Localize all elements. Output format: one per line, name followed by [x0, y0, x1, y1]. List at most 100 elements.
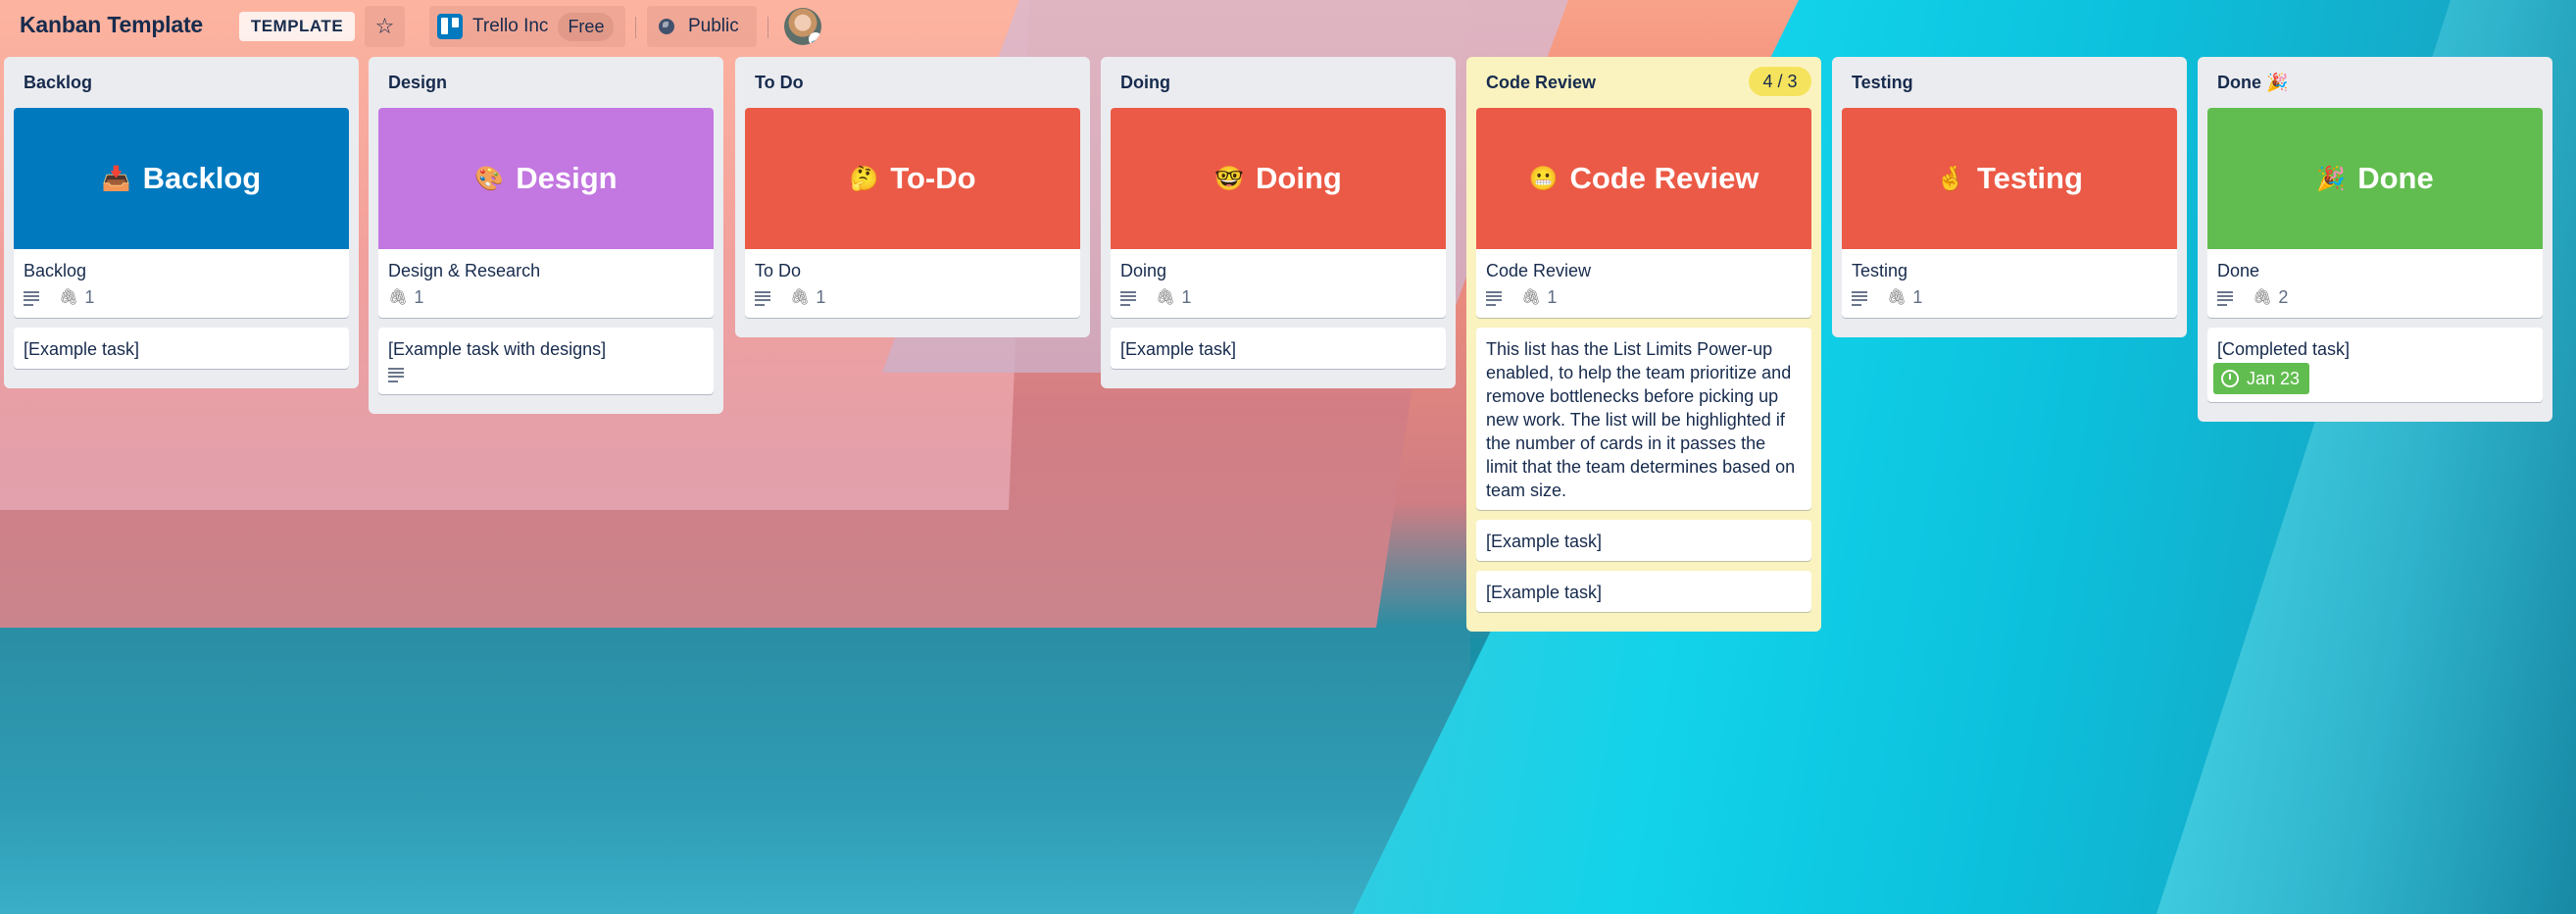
card[interactable]: [Example task]	[14, 328, 349, 369]
description-badge	[2217, 291, 2233, 306]
card-badges: 🖇 1	[1852, 282, 2167, 312]
card-title: Code Review	[1486, 261, 1592, 280]
attachment-badge: 🖇 1	[59, 287, 94, 308]
cover-emoji-icon: 🎨	[474, 165, 505, 192]
paperclip-icon: 🖇	[59, 289, 79, 306]
cover-emoji-icon: 🤓	[1214, 165, 1245, 192]
card-body: [Example task]	[1476, 520, 1811, 561]
list-doing: Doing 🤓 Doing Doing 🖇 1 [Example task]	[1101, 57, 1456, 388]
attachment-count: 1	[1912, 286, 1923, 307]
header-divider	[635, 17, 636, 38]
card-badges: 🖇 1	[1486, 282, 1802, 312]
card[interactable]: [Completed task] Jan 23	[2207, 328, 2543, 402]
list-header[interactable]: Code Review 4 / 3	[1476, 57, 1811, 108]
list-backlog: Backlog 📥 Backlog Backlog 🖇 1 [Example task]	[4, 57, 359, 388]
cover-card[interactable]: 🤞 Testing Testing 🖇 1	[1842, 108, 2177, 318]
card-badges: 🖇 1	[755, 282, 1070, 312]
card-cover: 😬 Code Review	[1476, 108, 1811, 249]
cover-card[interactable]: 🤓 Doing Doing 🖇 1	[1111, 108, 1446, 318]
card-body: [Completed task] Jan 23	[2207, 328, 2543, 402]
list-limit-badge: 4 / 3	[1749, 67, 1811, 96]
cover-emoji-icon: 🎉	[2316, 165, 2347, 192]
card-badges: 🖇 2	[2217, 282, 2533, 312]
cover-emoji-icon: 🤔	[849, 165, 879, 192]
card-body: Code Review 🖇 1	[1476, 249, 1811, 318]
description-badge	[388, 368, 404, 382]
list-title[interactable]: Code Review	[1486, 73, 1596, 93]
card-badges: 🖇 1	[1120, 282, 1436, 312]
card[interactable]: This list has the List Limits Power-up e…	[1476, 328, 1811, 510]
card-cover: 🤞 Testing	[1842, 108, 2177, 249]
paperclip-icon: 🖇	[790, 289, 811, 306]
attachment-count: 1	[84, 286, 95, 307]
card-title: Doing	[1120, 261, 1167, 280]
list-header[interactable]: Doing	[1111, 57, 1446, 108]
card-title: [Example task]	[1486, 532, 1603, 551]
attachment-badge: 🖇 1	[790, 287, 825, 308]
attachment-count: 1	[1181, 286, 1192, 307]
attachment-count: 1	[816, 286, 826, 307]
description-badge	[1120, 291, 1136, 306]
cover-text: Doing	[1256, 161, 1342, 195]
card-body: Doing 🖇 1	[1111, 249, 1446, 318]
due-date-badge[interactable]: Jan 23	[2213, 363, 2310, 394]
card-badges	[388, 361, 704, 386]
board-title[interactable]: Kanban Template	[20, 12, 203, 38]
cover-card[interactable]: 📥 Backlog Backlog 🖇 1	[14, 108, 349, 318]
card-cover: 🎨 Design	[378, 108, 714, 249]
card[interactable]: [Example task]	[1476, 520, 1811, 561]
list-done: Done 🎉 🎉 Done Done 🖇 2 [Completed task] Jan 23	[2198, 57, 2552, 422]
cover-text: Code Review	[1569, 161, 1759, 195]
cover-emoji-icon: 🤞	[1936, 165, 1965, 192]
visibility-button[interactable]: Public	[647, 6, 757, 47]
attachment-badge: 🖇 1	[1156, 287, 1191, 308]
list-title[interactable]: To Do	[755, 73, 804, 93]
attachment-count: 1	[414, 286, 424, 307]
list-header[interactable]: Backlog	[14, 57, 349, 108]
member-avatar[interactable]: ︽	[784, 8, 821, 45]
card-body: [Example task with designs]	[378, 328, 714, 394]
description-icon	[1852, 291, 1867, 306]
card-body: Testing 🖇 1	[1842, 249, 2177, 318]
list-header[interactable]: Done 🎉	[2207, 57, 2543, 108]
description-badge	[755, 291, 770, 306]
list-title[interactable]: Design	[388, 73, 447, 93]
attachment-count: 2	[2278, 286, 2289, 307]
card[interactable]: [Example task]	[1111, 328, 1446, 369]
cover-card[interactable]: 🤔 To-Do To Do 🖇 1	[745, 108, 1080, 318]
cover-card[interactable]: 🎨 Design Design & Research 🖇 1	[378, 108, 714, 318]
visibility-label: Public	[688, 16, 739, 36]
card-title: Done	[2217, 261, 2260, 280]
star-board-button[interactable]: ☆	[365, 6, 405, 47]
list-header[interactable]: Design	[378, 57, 714, 108]
cover-text: Backlog	[142, 161, 262, 195]
list-title[interactable]: Done 🎉	[2217, 73, 2288, 93]
list-title[interactable]: Testing	[1852, 73, 1913, 93]
cover-card[interactable]: 🎉 Done Done 🖇 2	[2207, 108, 2543, 318]
due-date: Jan 23	[2247, 368, 2301, 388]
card-body: [Example task]	[1111, 328, 1446, 369]
list-header[interactable]: Testing	[1842, 57, 2177, 108]
attachment-badge: 🖇 1	[1887, 287, 1922, 308]
list-title[interactable]: Doing	[1120, 73, 1170, 93]
cover-text: Design	[516, 161, 618, 195]
list-title[interactable]: Backlog	[24, 73, 92, 93]
cover-card[interactable]: 😬 Code Review Code Review 🖇 1	[1476, 108, 1811, 318]
card[interactable]: [Example task with designs]	[378, 328, 714, 394]
list-to-do: To Do 🤔 To-Do To Do 🖇 1	[735, 57, 1090, 337]
paperclip-icon: 🖇	[2253, 289, 2273, 306]
card-body: This list has the List Limits Power-up e…	[1476, 328, 1811, 510]
cover-text: To-Do	[890, 161, 976, 195]
description-icon	[1120, 291, 1136, 306]
list-header[interactable]: To Do	[745, 57, 1080, 108]
workspace-button[interactable]: Trello Inc Free	[429, 6, 625, 47]
clock-icon	[2221, 370, 2239, 387]
card-title: [Example task with designs]	[388, 339, 607, 359]
card[interactable]: [Example task]	[1476, 571, 1811, 612]
attachment-badge: 🖇 2	[2253, 287, 2288, 308]
card-title: Testing	[1852, 261, 1908, 280]
card-body: To Do 🖇 1	[745, 249, 1080, 318]
globe-icon	[659, 19, 674, 34]
description-badge	[24, 291, 39, 306]
workspace-name: Trello Inc	[472, 16, 549, 36]
